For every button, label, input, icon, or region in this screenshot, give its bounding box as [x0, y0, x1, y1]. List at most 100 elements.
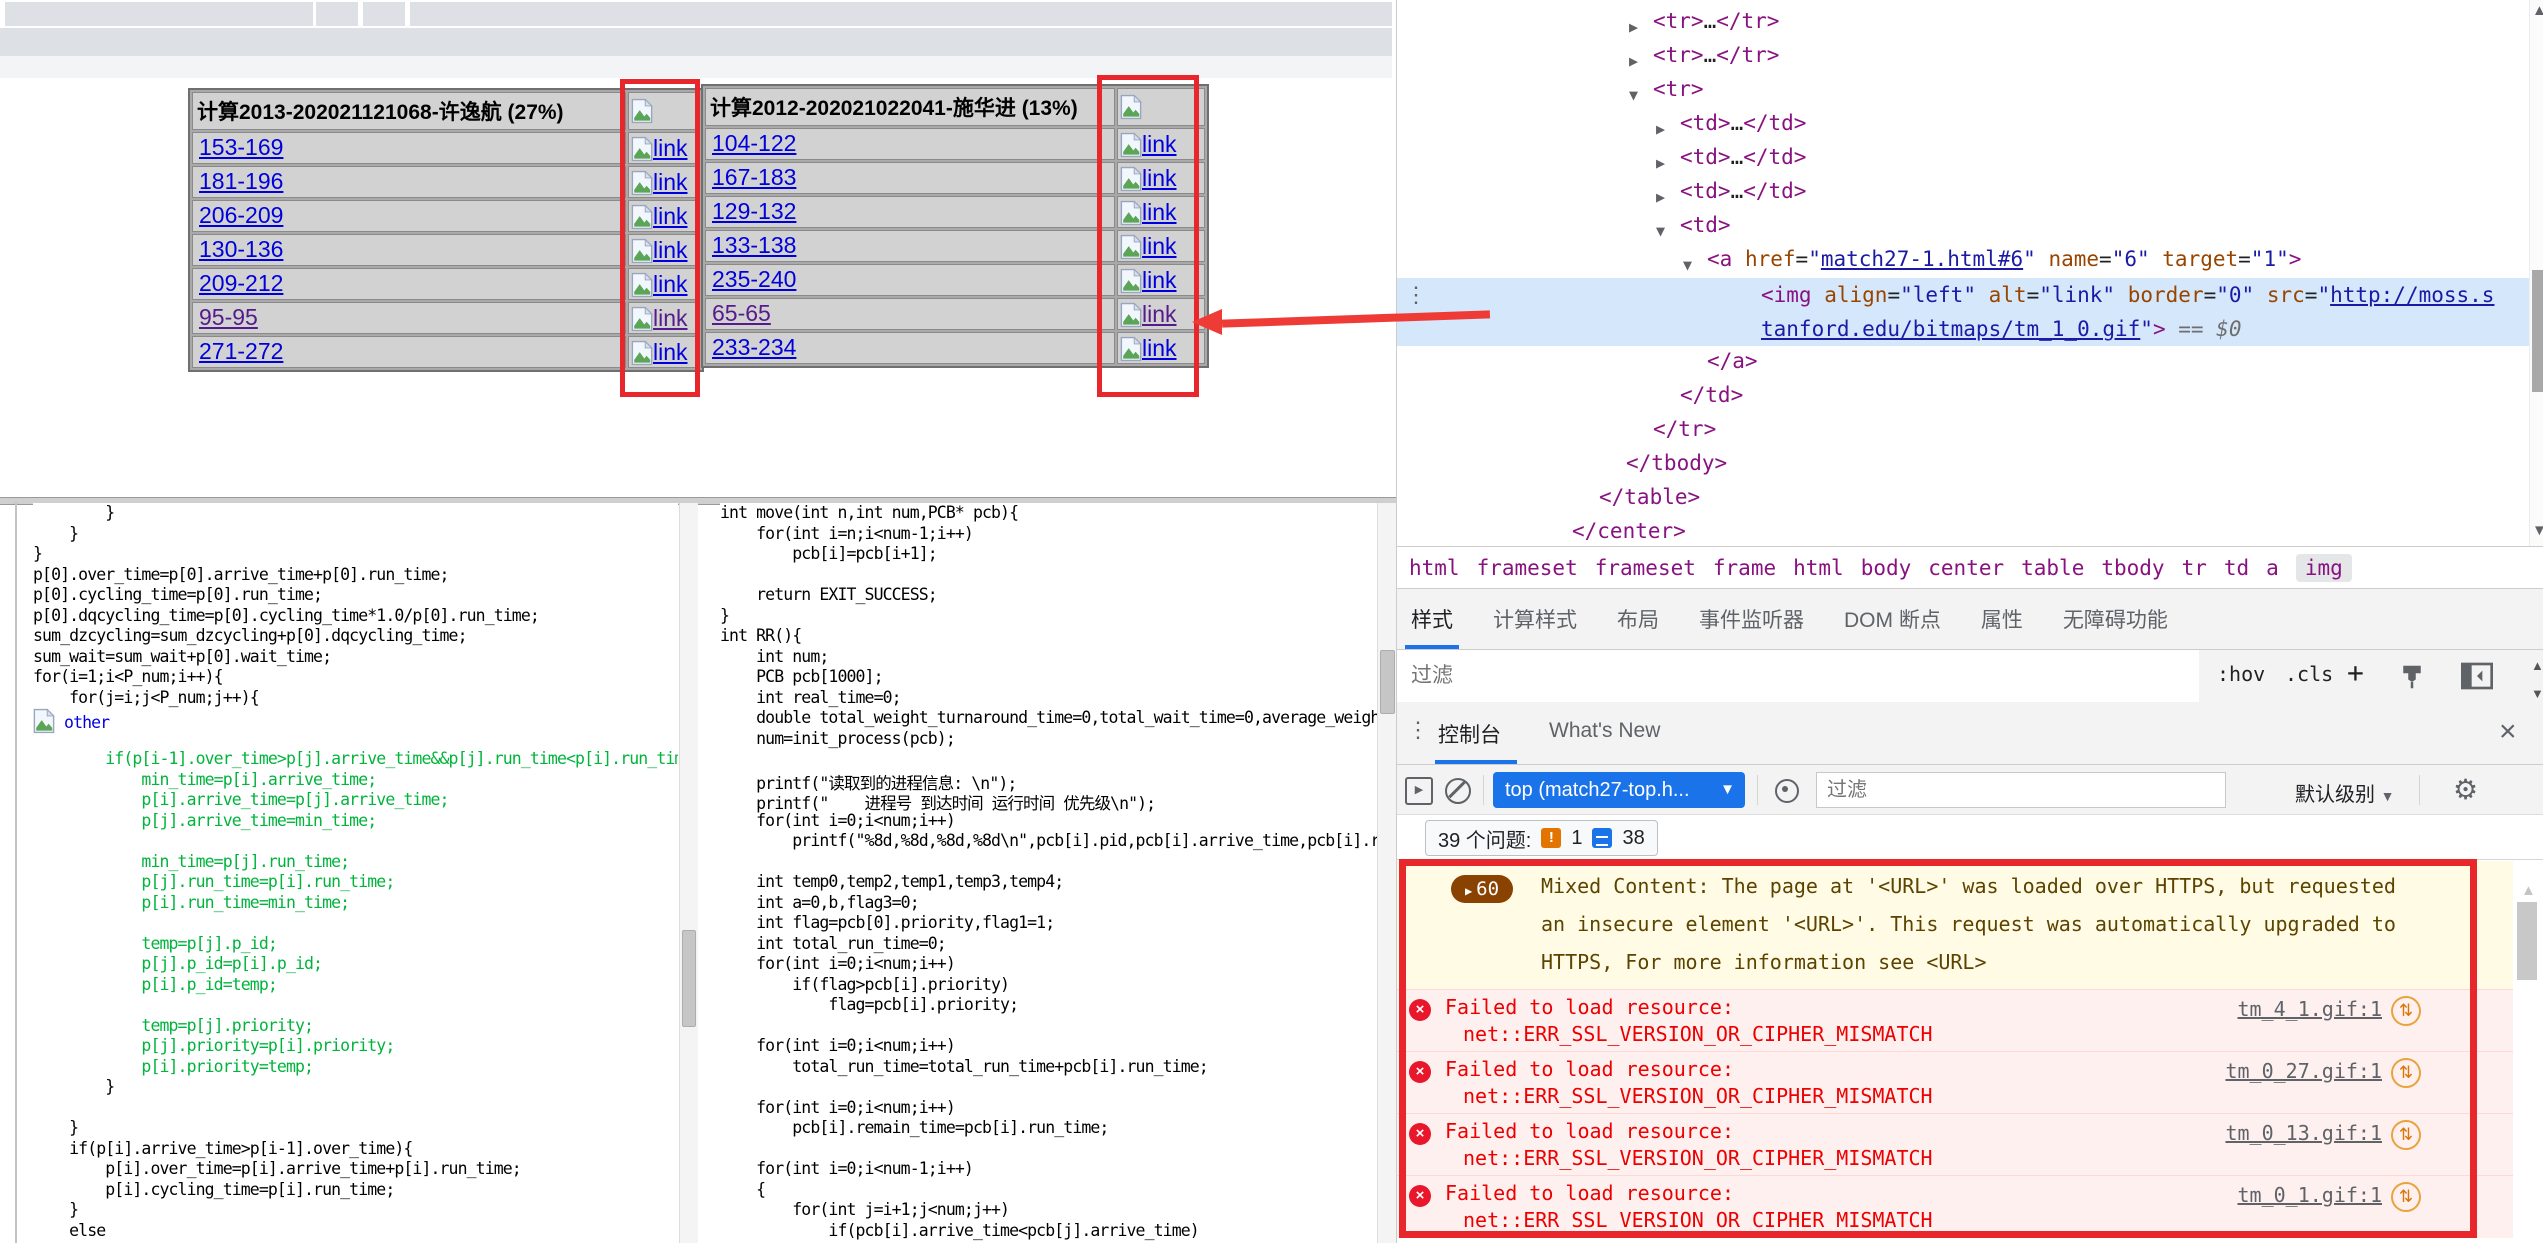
collapse-icon[interactable]: ▼ [1656, 216, 1665, 246]
console-settings-gear-icon[interactable]: ⚙ [2453, 773, 2478, 806]
dom-tree-node[interactable]: ▶<tr>…</tr> [1653, 40, 1779, 70]
tab-布局[interactable]: 布局 [1617, 589, 1659, 649]
match-range-link[interactable]: 129-132 [712, 198, 796, 224]
dom-tree-node[interactable]: </td> [1680, 380, 1743, 410]
match-graph-link[interactable]: link [1120, 267, 1177, 293]
breadcrumb-item-frameset[interactable]: frameset [1477, 556, 1578, 580]
toggle-element-state-button[interactable]: :hov [2217, 662, 2265, 686]
expand-icon[interactable]: ▶ [1465, 884, 1472, 898]
code-other-link[interactable]: other [64, 713, 109, 732]
console-scrollbar[interactable]: ▲ [2513, 860, 2543, 1243]
dom-tree-node[interactable]: ▼<td> [1680, 210, 1731, 240]
breadcrumb-item-td[interactable]: td [2224, 556, 2249, 580]
match-range-link[interactable]: 181-196 [199, 168, 283, 194]
scroll-up-icon[interactable]: ▲ [2532, 2, 2543, 19]
console-error-row[interactable]: ×Failed to load resource:net::ERR_SSL_VE… [1397, 1113, 2513, 1176]
breadcrumb-item-a[interactable]: a [2266, 556, 2279, 580]
javascript-context-dropdown[interactable]: top (match27-top.h... ▼ [1493, 772, 1745, 808]
console-error-row[interactable]: ×Failed to load resource:net::ERR_SSL_VE… [1397, 989, 2513, 1052]
expand-icon[interactable]: ▶ [1656, 148, 1665, 178]
tab-计算样式[interactable]: 计算样式 [1493, 589, 1577, 649]
close-drawer-icon[interactable]: × [2499, 715, 2517, 749]
elements-scrollbar-thumb[interactable] [2532, 270, 2543, 392]
breadcrumb-item-center[interactable]: center [1928, 556, 2004, 580]
breadcrumb-item-frame[interactable]: frame [1713, 556, 1776, 580]
dock-sidebar-icon[interactable] [2461, 662, 2493, 690]
tab-事件监听器[interactable]: 事件监听器 [1699, 589, 1804, 649]
tab-DOM 断点[interactable]: DOM 断点 [1844, 589, 1941, 649]
breadcrumb-item-tbody[interactable]: tbody [2101, 556, 2164, 580]
dom-tree-node[interactable]: </center> [1572, 516, 1686, 546]
match-graph-link[interactable]: link [631, 203, 688, 229]
dom-tree-node[interactable]: ▼<a href="match27-1.html#6" name="6" tar… [1707, 244, 2301, 274]
issues-counter[interactable]: 39 个问题: ! 1 38 [1425, 820, 1658, 856]
clear-console-icon[interactable] [1445, 778, 1471, 804]
dom-tree-selected-node[interactable]: ⋮<img align="left" alt="link" border="0"… [1397, 278, 2529, 346]
dom-tree-node[interactable]: </table> [1599, 482, 1700, 512]
match-graph-link[interactable]: link [1120, 233, 1177, 259]
match-graph-link[interactable]: link [1120, 301, 1177, 327]
code-right-scrollbar[interactable] [1377, 503, 1397, 1243]
panel-scroll-down-icon[interactable]: ▼ [2531, 686, 2543, 701]
expand-icon[interactable]: ▶ [1629, 12, 1638, 42]
format-styles-icon[interactable] [2397, 662, 2427, 692]
match-graph-link[interactable]: link [1120, 335, 1177, 361]
match-graph-link[interactable]: link [1120, 165, 1177, 191]
console-warning-row[interactable]: ▶60Mixed Content: The page at '<URL>' wa… [1397, 861, 2513, 990]
match-graph-link[interactable]: link [631, 135, 688, 161]
expand-icon[interactable]: ▶ [1656, 114, 1665, 144]
error-source-link[interactable]: tm_0_13.gif:1 [2225, 1121, 2382, 1145]
tab-whats-new[interactable]: What's New [1549, 719, 1660, 743]
console-error-row[interactable]: ×Failed to load resource:net::ERR_SSL_VE… [1397, 1175, 2513, 1238]
breadcrumb-item-body[interactable]: body [1861, 556, 1912, 580]
tab-属性[interactable]: 属性 [1981, 589, 2023, 649]
collapse-icon[interactable]: ▼ [1629, 80, 1638, 110]
match-range-link[interactable]: 271-272 [199, 338, 283, 364]
match-range-link[interactable]: 104-122 [712, 130, 796, 156]
browser-tab[interactable] [410, 2, 1392, 26]
console-filter-input[interactable] [1816, 772, 2226, 808]
styles-filter-input[interactable] [1397, 650, 2199, 702]
breadcrumb-item-table[interactable]: table [2021, 556, 2084, 580]
match-graph-link[interactable]: link [1120, 131, 1177, 157]
expand-icon[interactable]: ▶ [1629, 46, 1638, 76]
match-range-link[interactable]: 95-95 [199, 304, 258, 330]
tab-样式[interactable]: 样式 [1411, 589, 1453, 649]
expand-icon[interactable]: ▶ [1656, 182, 1665, 212]
console-scrollbar-thumb[interactable] [2517, 902, 2537, 980]
breadcrumb-item-img[interactable]: img [2296, 554, 2352, 582]
match-graph-link[interactable]: link [631, 339, 688, 365]
dom-tree-node[interactable]: </a> [1707, 346, 1758, 376]
browser-tab[interactable] [5, 2, 313, 26]
breadcrumb-item-tr[interactable]: tr [2182, 556, 2207, 580]
code-left-scrollbar-thumb[interactable] [682, 930, 696, 1027]
console-sidebar-toggle-icon[interactable]: ▶ [1405, 777, 1433, 805]
warning-count-badge[interactable]: ▶60 [1451, 875, 1513, 903]
match-graph-link[interactable]: link [631, 169, 688, 195]
code-right-scrollbar-thumb[interactable] [1380, 650, 1395, 714]
panel-scroll-up-icon[interactable]: ▲ [2531, 658, 2543, 673]
match-range-link[interactable]: 206-209 [199, 202, 283, 228]
match-range-link[interactable]: 209-212 [199, 270, 283, 296]
browser-tab[interactable] [363, 2, 405, 26]
more-tools-menu-icon[interactable]: ⋮ [1407, 717, 1429, 743]
error-source-link[interactable]: tm_0_27.gif:1 [2225, 1059, 2382, 1083]
dom-tree-node[interactable]: ▶<td>…</td> [1680, 108, 1806, 138]
new-style-rule-button[interactable]: + [2347, 656, 2364, 689]
error-source-link[interactable]: tm_0_1.gif:1 [2238, 1183, 2383, 1207]
match-range-link[interactable]: 65-65 [712, 300, 771, 326]
match-range-link[interactable]: 233-234 [712, 334, 796, 360]
scroll-down-icon[interactable]: ▼ [2532, 522, 2543, 539]
match-graph-link[interactable]: link [631, 237, 688, 263]
match-range-link[interactable]: 235-240 [712, 266, 796, 292]
tab-console[interactable]: 控制台 [1438, 719, 1501, 749]
elements-scrollbar[interactable]: ▲ ▼ [2529, 0, 2543, 546]
dom-tree-node[interactable]: ▶<td>…</td> [1680, 142, 1806, 172]
node-menu-icon[interactable]: ⋮ [1405, 282, 1427, 308]
code-left-scrollbar[interactable] [679, 503, 698, 1243]
error-source-link[interactable]: tm_4_1.gif:1 [2238, 997, 2383, 1021]
tab-无障碍功能[interactable]: 无障碍功能 [2063, 589, 2168, 649]
dom-tree-node[interactable]: </tr> [1653, 414, 1716, 444]
breadcrumb-item-html[interactable]: html [1793, 556, 1844, 580]
match-range-link[interactable]: 130-136 [199, 236, 283, 262]
